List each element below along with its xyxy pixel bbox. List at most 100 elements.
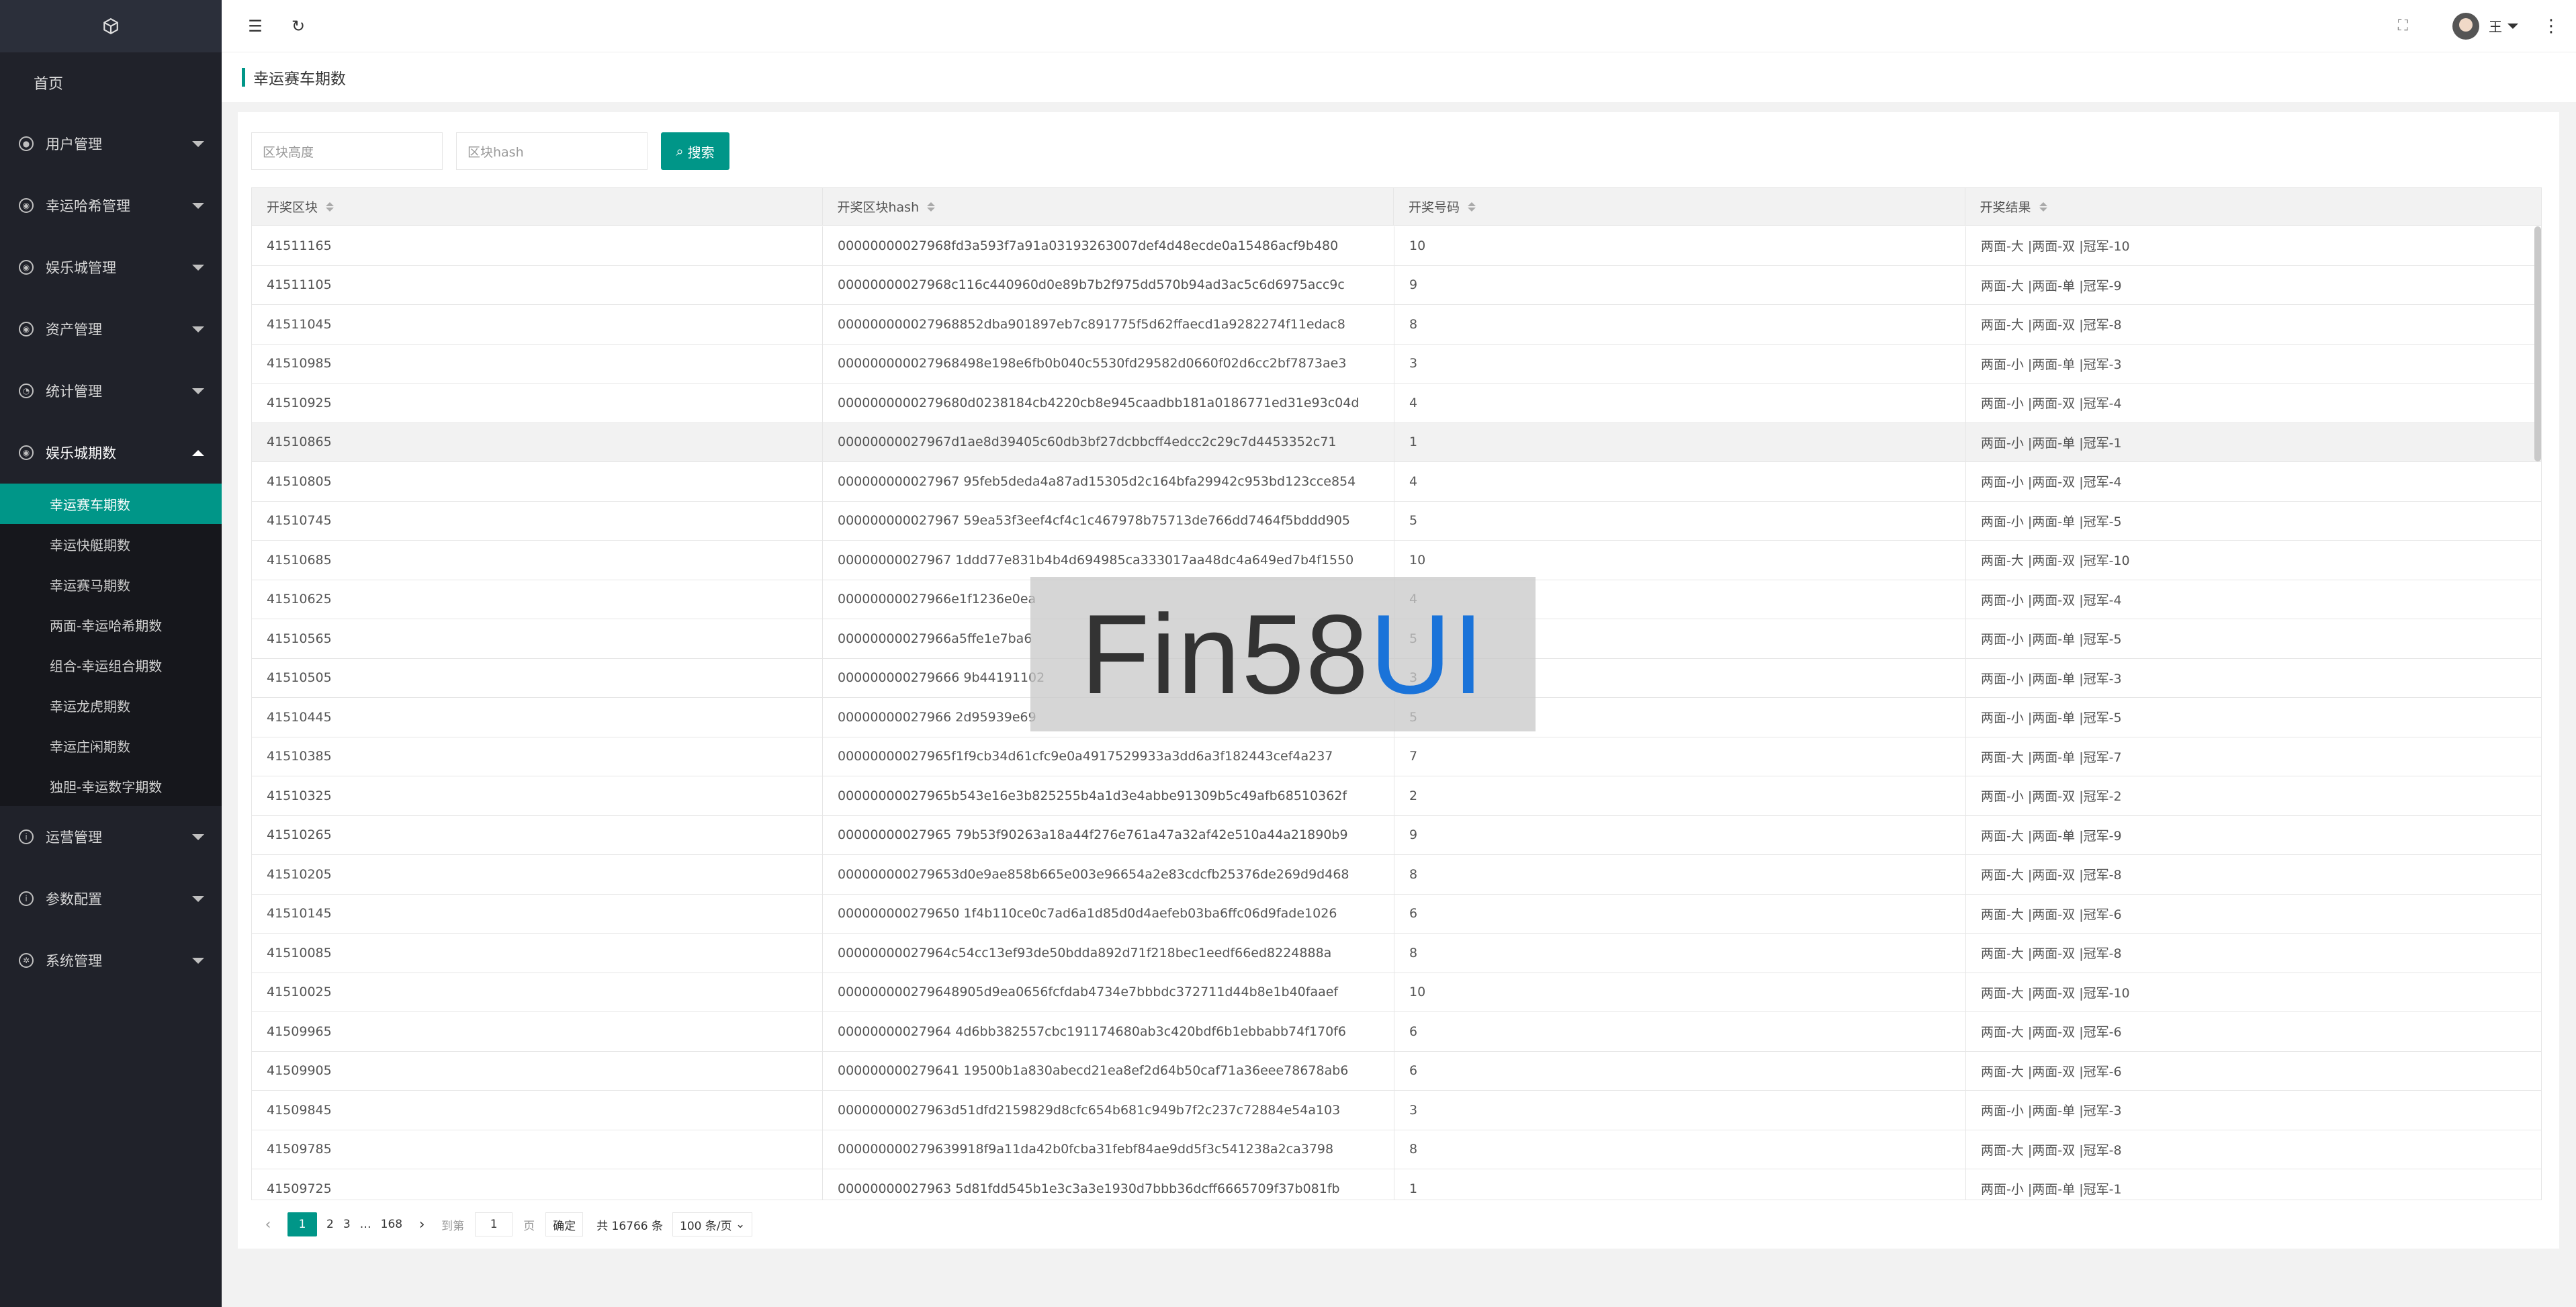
- sort-icon[interactable]: [927, 201, 936, 212]
- page-1[interactable]: 1: [287, 1212, 317, 1236]
- nav-asset-management[interactable]: ◉ 资产管理: [0, 298, 222, 360]
- next-page-icon[interactable]: ›: [412, 1216, 432, 1233]
- sub-item-banker-player[interactable]: 幸运庄闲期数: [0, 725, 222, 766]
- table-row[interactable]: 41509785 000000000279639918f9a11da42b0fcb…: [252, 1130, 2541, 1169]
- nav-casino-periods[interactable]: ◉ 娱乐城期数: [0, 422, 222, 484]
- cell-result: 两面-小 |两面-单 |冠军-1: [1966, 1169, 2541, 1200]
- col-header-hash[interactable]: 开奖区块hash: [823, 188, 1394, 225]
- col-header-label: 开奖结果: [1980, 200, 2031, 215]
- sub-item-speedboat-periods[interactable]: 幸运快艇期数: [0, 524, 222, 564]
- page-last[interactable]: 168: [381, 1218, 402, 1231]
- sort-icon[interactable]: [2039, 201, 2047, 212]
- table-row[interactable]: 41511105 00000000027968c116c440960d0e89b7…: [252, 265, 2541, 305]
- sub-item-dragon-tiger[interactable]: 幸运龙虎期数: [0, 685, 222, 725]
- table-scrollbar[interactable]: [2534, 226, 2541, 461]
- table-row[interactable]: 41510805 000000000027967 95feb5deda4a87ad…: [252, 462, 2541, 502]
- cell-block: 41509725: [252, 1169, 823, 1200]
- sort-icon[interactable]: [1468, 201, 1476, 212]
- cell-hash: 000000000027968852dba901897eb7c891775f5d…: [823, 305, 1394, 344]
- goto-confirm-button[interactable]: 确定: [545, 1212, 584, 1236]
- nav-label: 娱乐城期数: [46, 445, 116, 461]
- cell-hash: 00000000027963 5d81fdd545b1e3c3a3e1930d7…: [823, 1169, 1394, 1200]
- sub-item-horse-periods[interactable]: 幸运赛马期数: [0, 564, 222, 604]
- cell-block: 41509845: [252, 1091, 823, 1130]
- table-row[interactable]: 41509725 00000000027963 5d81fdd545b1e3c3a…: [252, 1169, 2541, 1200]
- cell-number: 1: [1394, 1169, 1966, 1200]
- nav-stats-management[interactable]: ◔ 统计管理: [0, 360, 222, 422]
- prev-page-icon[interactable]: ‹: [258, 1216, 278, 1233]
- page-2[interactable]: 2: [326, 1218, 334, 1231]
- cell-result: 两面-小 |两面-单 |冠军-3: [1966, 659, 2541, 698]
- table-row[interactable]: 41510325 00000000027965b543e16e3b825255b4…: [252, 776, 2541, 816]
- chevron-down-icon: [192, 833, 204, 840]
- table-row[interactable]: 41510205 000000000279653d0e9ae858b665e003…: [252, 855, 2541, 895]
- refresh-icon[interactable]: ↻: [289, 17, 308, 36]
- table-row[interactable]: 41511165 00000000027968fd3a593f7a91a03193…: [252, 226, 2541, 266]
- username[interactable]: 王: [2489, 16, 2502, 36]
- cell-number: 4: [1394, 462, 1966, 501]
- col-header-number[interactable]: 开奖号码: [1394, 188, 1965, 225]
- table-row[interactable]: 41509845 00000000027963d51dfd2159829d8cfc…: [252, 1091, 2541, 1130]
- search-button[interactable]: ⌕ 搜索: [661, 132, 729, 170]
- block-hash-input[interactable]: 区块hash: [456, 132, 648, 170]
- table-row[interactable]: 41510025 000000000279648905d9ea0656fcfdab…: [252, 973, 2541, 1012]
- sort-icon[interactable]: [326, 201, 335, 212]
- cell-result: 两面-大 |两面-双 |冠军-10: [1966, 226, 2541, 265]
- sub-item-racing-periods[interactable]: 幸运赛车期数: [0, 484, 222, 524]
- collapse-menu-icon[interactable]: ☰: [246, 17, 265, 36]
- cell-hash: 000000000027967 59ea53f3eef4cf4c1c467978…: [823, 501, 1394, 540]
- nav-operations[interactable]: i 运营管理: [0, 806, 222, 868]
- col-header-result[interactable]: 开奖结果: [1965, 188, 2542, 225]
- table-row[interactable]: 41510385 00000000027965f1f9cb34d61cfc9e0a…: [252, 737, 2541, 776]
- chevron-down-icon: [192, 895, 204, 902]
- col-header-label: 开奖区块hash: [837, 200, 920, 215]
- cell-result: 两面-大 |两面-双 |冠军-8: [1966, 305, 2541, 344]
- cell-result: 两面-小 |两面-单 |冠军-5: [1966, 502, 2541, 541]
- more-vertical-icon[interactable]: ⋮: [2542, 16, 2560, 36]
- cell-block: 41510265: [252, 815, 823, 854]
- table-row[interactable]: 41510685 00000000027967 1ddd77e831b4b4d69…: [252, 541, 2541, 580]
- cell-hash: 00000000027968fd3a593f7a91a03193263007de…: [823, 226, 1394, 265]
- table-row[interactable]: 41510145 000000000279650 1f4b110ce0c7ad6a…: [252, 894, 2541, 934]
- cube-logo-icon: [103, 17, 118, 35]
- nav-casino-management[interactable]: ◉ 娱乐城管理: [0, 236, 222, 298]
- cell-block: 41510505: [252, 658, 823, 697]
- sub-item-combo-periods[interactable]: 组合-幸运组合期数: [0, 645, 222, 685]
- table-row[interactable]: 41509905 000000000279641 19500b1a830abecd…: [252, 1051, 2541, 1091]
- cell-result: 两面-大 |两面-单 |冠军-9: [1966, 816, 2541, 855]
- page-size-select[interactable]: 100 条/页 ⌄: [672, 1212, 753, 1236]
- table-row[interactable]: 41511045 000000000027968852dba901897eb7c8…: [252, 305, 2541, 345]
- user-dropdown-icon[interactable]: [2507, 23, 2518, 29]
- cell-result: 两面-大 |两面-双 |冠军-6: [1966, 1052, 2541, 1091]
- sub-item-lucky-number[interactable]: 独胆-幸运数字期数: [0, 766, 222, 806]
- page-size-value: 100 条/页: [680, 1219, 732, 1233]
- nav-home[interactable]: 首页: [0, 52, 222, 113]
- nav-params[interactable]: i 参数配置: [0, 868, 222, 930]
- block-height-input[interactable]: 区块高度: [251, 132, 443, 170]
- cell-hash: 00000000027965b543e16e3b825255b4a1d3e4ab…: [823, 776, 1394, 815]
- avatar[interactable]: [2452, 12, 2479, 40]
- table-row[interactable]: 41510985 000000000027968498e198e6fb0b040c…: [252, 344, 2541, 384]
- cell-hash: 00000000027964c54cc13ef93de50bdda892d71f…: [823, 934, 1394, 973]
- pagination: ‹ 1 2 3 … 168 › 到第 1 页 确定 共 16766 条 100 …: [258, 1201, 753, 1248]
- goto-page-input[interactable]: 1: [475, 1212, 513, 1236]
- sub-item-hash-two-sides[interactable]: 两面-幸运哈希期数: [0, 604, 222, 645]
- nav-label: 资产管理: [46, 322, 102, 338]
- watermark-logo: Fin58 UI: [1030, 577, 1536, 731]
- table-row[interactable]: 41510865 00000000027967d1ae8d39405c60db3b…: [252, 422, 2541, 462]
- cell-hash: 00000000027967 1ddd77e831b4b4d694985ca33…: [823, 541, 1394, 580]
- fullscreen-icon[interactable]: ⛶: [2398, 17, 2408, 34]
- table-row[interactable]: 41510925 0000000000279680d0238184cb4220cb…: [252, 384, 2541, 423]
- nav-system[interactable]: ✲ 系统管理: [0, 930, 222, 991]
- logo[interactable]: [0, 0, 222, 52]
- col-header-block[interactable]: 开奖区块: [252, 188, 823, 225]
- page-3[interactable]: 3: [343, 1218, 351, 1231]
- table-row[interactable]: 41510745 000000000027967 59ea53f3eef4cf4c…: [252, 501, 2541, 541]
- cell-number: 9: [1394, 815, 1966, 854]
- nav-hash-management[interactable]: ◉ 幸运哈希管理: [0, 175, 222, 236]
- table-row[interactable]: 41509965 00000000027964 4d6bb382557cbc191…: [252, 1012, 2541, 1052]
- table-row[interactable]: 41510265 00000000027965 79b53f90263a18a44…: [252, 815, 2541, 855]
- table-row[interactable]: 41510085 00000000027964c54cc13ef93de50bdd…: [252, 934, 2541, 973]
- nav-user-management[interactable]: ● 用户管理: [0, 113, 222, 175]
- cell-hash: 000000000279639918f9a11da42b0fcba31febf8…: [823, 1130, 1394, 1169]
